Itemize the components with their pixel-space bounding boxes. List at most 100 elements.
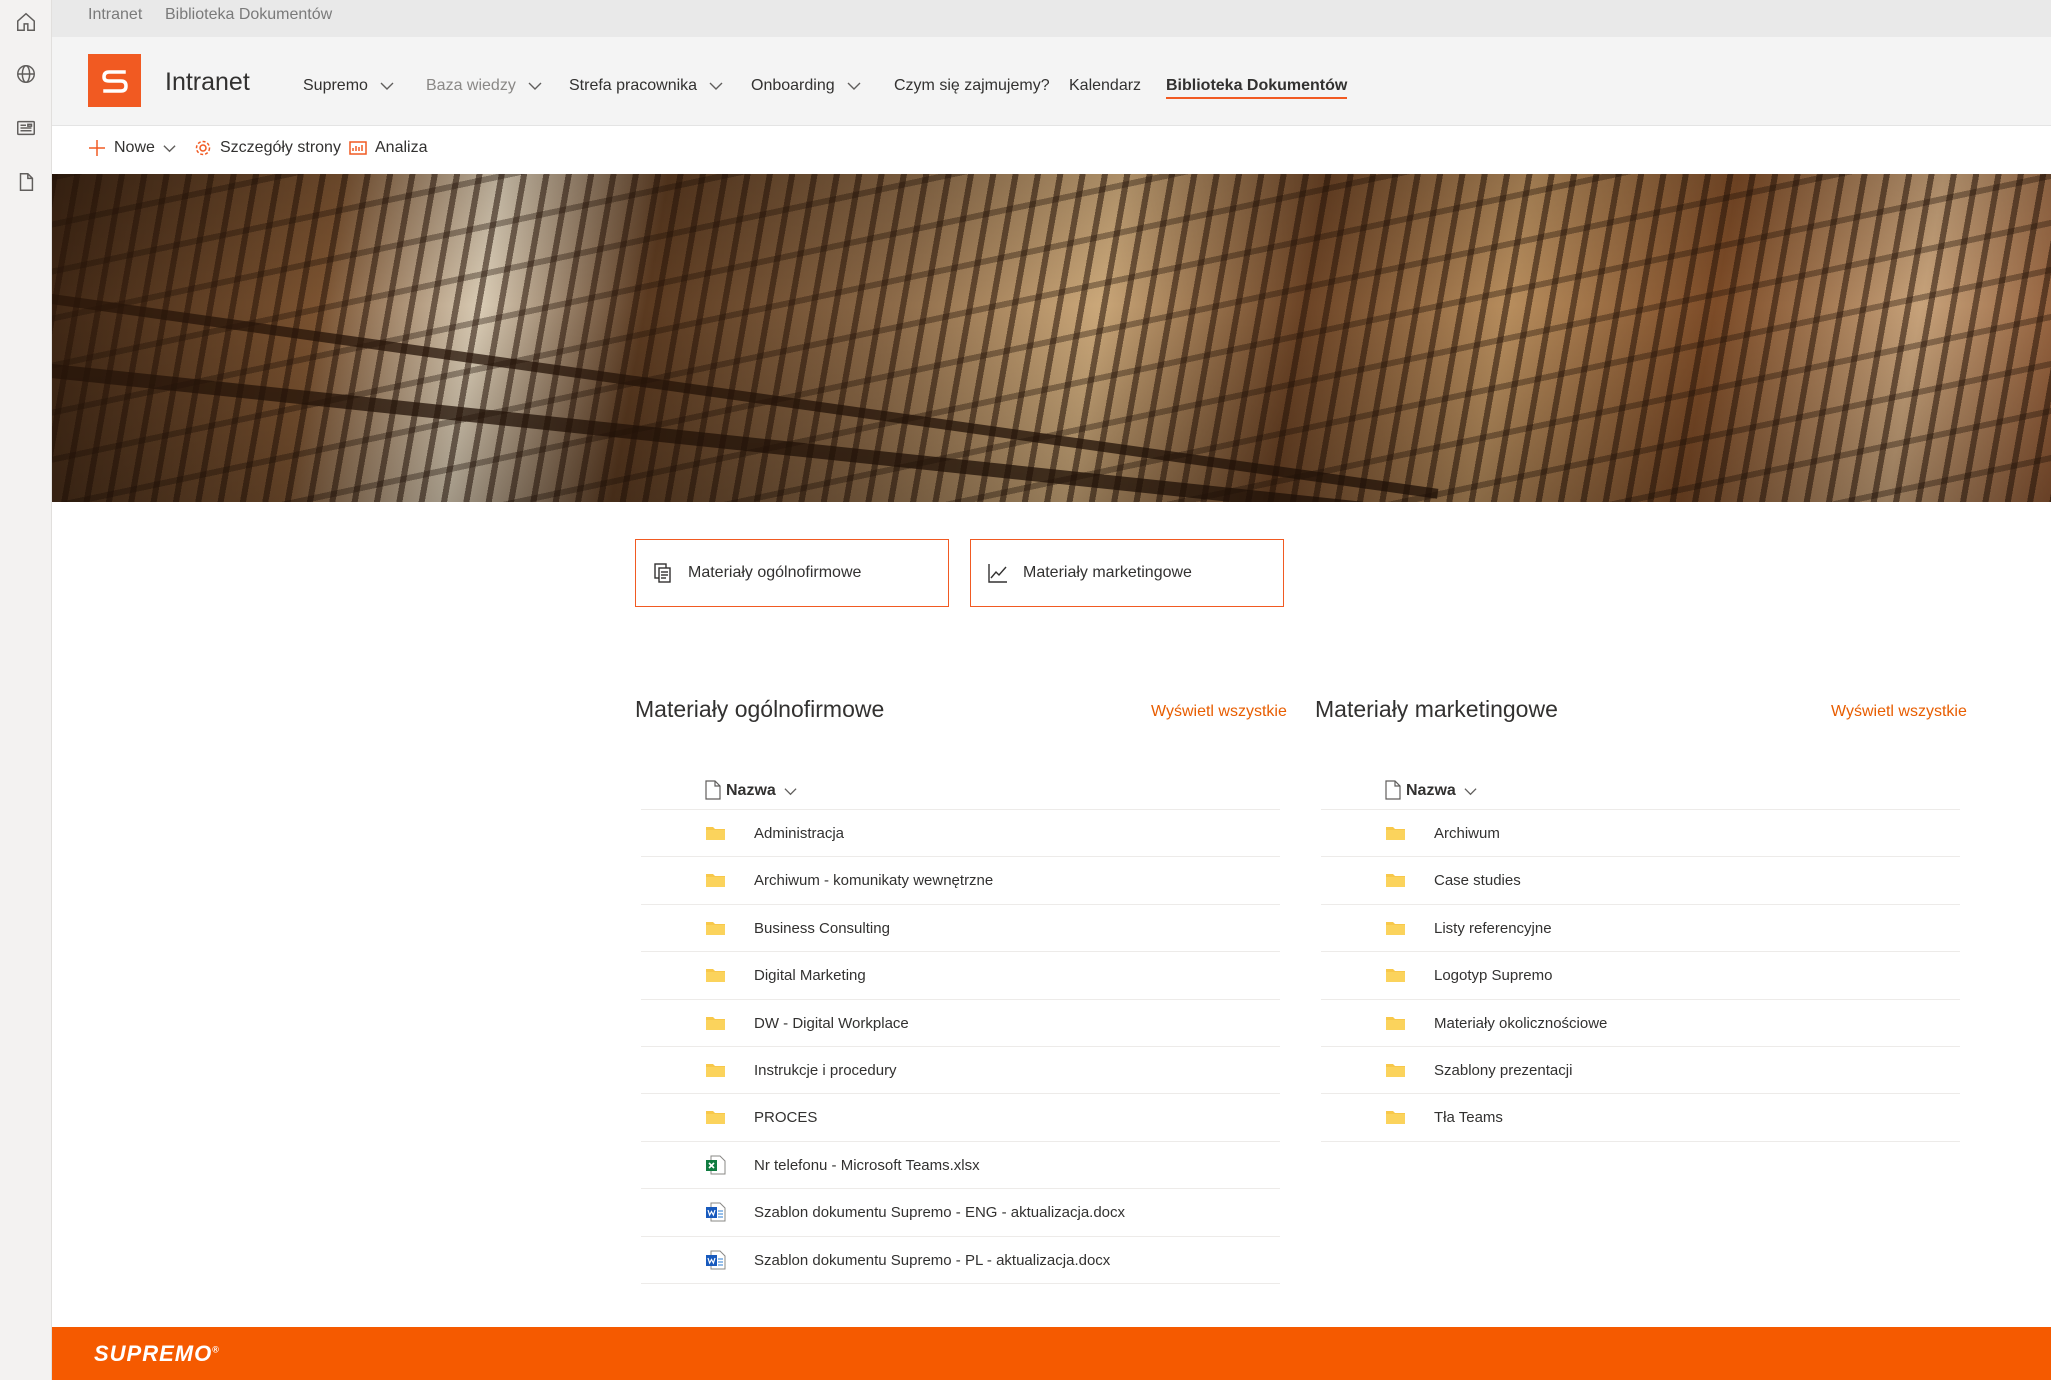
site-logo[interactable]	[88, 54, 141, 107]
nav-item-baza-wiedzy[interactable]: Baza wiedzy	[426, 77, 542, 95]
folder-icon	[705, 1013, 726, 1033]
breadcrumb-item-intranet[interactable]: Intranet	[88, 6, 142, 24]
analytics-button[interactable]: Analiza	[349, 139, 427, 157]
document-name[interactable]: Listy referencyjne	[1434, 920, 1552, 937]
breadcrumb-item-library[interactable]: Biblioteka Dokumentów	[165, 6, 332, 24]
folder-icon	[705, 918, 726, 938]
column-header-label: Nazwa	[726, 782, 776, 799]
footer-brand: SUPREMO	[94, 1341, 213, 1366]
document-name[interactable]: Instrukcje i procedury	[754, 1062, 897, 1079]
quick-link-materialy-marketingowe[interactable]: Materiały marketingowe	[970, 539, 1284, 607]
hero-overlay	[52, 174, 2051, 502]
nav-item-onboarding[interactable]: Onboarding	[751, 77, 861, 95]
document-list: Administracja Archiwum - komunikaty wewnę…	[641, 810, 1280, 1284]
document-name[interactable]: Archiwum - komunikaty wewnętrzne	[754, 872, 993, 889]
document-icon[interactable]	[12, 168, 40, 196]
folder-icon	[705, 965, 726, 985]
file-type-column-icon	[705, 780, 721, 800]
file-type-column-icon	[1385, 780, 1401, 800]
document-name[interactable]: Materiały okolicznościowe	[1434, 1015, 1607, 1032]
document-row[interactable]: Business Consulting	[641, 905, 1280, 953]
analytics-icon	[349, 141, 367, 155]
gear-icon	[195, 140, 211, 156]
document-row[interactable]: PROCES	[641, 1094, 1280, 1142]
document-row[interactable]: Szablon dokumentu Supremo - ENG - aktual…	[641, 1189, 1280, 1237]
supremo-logo-icon	[101, 69, 128, 93]
document-row[interactable]: Administracja	[641, 810, 1280, 858]
nav-item-supremo[interactable]: Supremo	[303, 77, 394, 95]
document-row[interactable]: Logotyp Supremo	[1321, 952, 1960, 1000]
view-all-link[interactable]: Wyświetl wszystkie	[1151, 703, 1287, 721]
document-row[interactable]: DW - Digital Workplace	[641, 1000, 1280, 1047]
document-row[interactable]: Digital Marketing	[641, 952, 1280, 1000]
folder-icon	[1385, 965, 1406, 985]
nav-item-kalendarz[interactable]: Kalendarz	[1069, 77, 1141, 95]
column-header-name[interactable]: Nazwa	[726, 782, 797, 800]
news-icon[interactable]	[12, 114, 40, 142]
folder-icon	[705, 1060, 726, 1080]
document-list: Archiwum Case studies Listy referencyjne Lo…	[1321, 810, 1960, 1142]
document-row[interactable]: Szablon dokumentu Supremo - PL - aktuali…	[641, 1237, 1280, 1284]
chevron-down-icon	[1464, 787, 1477, 795]
nav-item-label: Biblioteka Dokumentów	[1166, 77, 1348, 94]
nav-item-strefa-pracownika[interactable]: Strefa pracownika	[569, 77, 723, 95]
document-name[interactable]: Nr telefonu - Microsoft Teams.xlsx	[754, 1157, 980, 1174]
breadcrumb: Intranet Biblioteka Dokumentów	[52, 0, 2051, 37]
document-list-header: Nazwa	[641, 770, 1280, 810]
hero-image	[52, 174, 2051, 502]
analytics-label: Analiza	[375, 139, 428, 156]
quick-link-materialy-ogolnofirmowe[interactable]: Materiały ogólnofirmowe	[635, 539, 949, 607]
chevron-down-icon	[163, 144, 176, 152]
chevron-down-icon	[709, 82, 723, 90]
nav-item-biblioteka-dokumentow[interactable]: Biblioteka Dokumentów	[1166, 77, 1348, 99]
document-row[interactable]: Listy referencyjne	[1321, 905, 1960, 953]
site-title[interactable]: Intranet	[165, 68, 250, 97]
folder-icon	[1385, 823, 1406, 843]
documents-icon	[654, 563, 671, 583]
nav-item-label: Kalendarz	[1069, 77, 1142, 94]
document-name[interactable]: Archiwum	[1434, 825, 1500, 842]
globe-icon[interactable]	[12, 60, 40, 88]
document-row[interactable]: Tła Teams	[1321, 1094, 1960, 1142]
word-file-icon	[705, 1250, 726, 1270]
footer-logo: SUPREMO®	[94, 1341, 220, 1367]
document-row[interactable]: Szablony prezentacji	[1321, 1047, 1960, 1095]
document-row[interactable]: Materiały okolicznościowe	[1321, 1000, 1960, 1047]
document-row[interactable]: Nr telefonu - Microsoft Teams.xlsx	[641, 1142, 1280, 1190]
document-name[interactable]: Logotyp Supremo	[1434, 967, 1552, 984]
chevron-down-icon	[380, 82, 394, 90]
folder-icon	[1385, 1060, 1406, 1080]
document-name[interactable]: Business Consulting	[754, 920, 890, 937]
view-all-link[interactable]: Wyświetl wszystkie	[1831, 703, 1967, 721]
document-name[interactable]: PROCES	[754, 1109, 817, 1126]
folder-icon	[1385, 918, 1406, 938]
document-row[interactable]: Instrukcje i procedury	[641, 1047, 1280, 1095]
site-header: Intranet Supremo Baza wiedzy Strefa prac…	[52, 37, 2051, 126]
document-name[interactable]: DW - Digital Workplace	[754, 1015, 909, 1032]
document-name[interactable]: Szablon dokumentu Supremo - ENG - aktual…	[754, 1204, 1125, 1221]
command-bar: Nowe Szczegóły strony Analiza	[52, 126, 2051, 174]
document-name[interactable]: Szablon dokumentu Supremo - PL - aktuali…	[754, 1252, 1110, 1269]
document-row[interactable]: Case studies	[1321, 857, 1960, 905]
footer: SUPREMO®	[52, 1327, 2051, 1380]
nav-item-czym-sie-zajmujemy[interactable]: Czym się zajmujemy?	[894, 77, 1050, 95]
new-button[interactable]: Nowe	[88, 139, 176, 157]
plus-icon	[89, 140, 105, 156]
section-title: Materiały marketingowe	[1315, 696, 1558, 722]
column-header-name[interactable]: Nazwa	[1406, 782, 1477, 800]
page-details-button[interactable]: Szczegóły strony	[194, 139, 341, 157]
document-row[interactable]: Archiwum	[1321, 810, 1960, 858]
document-name[interactable]: Digital Marketing	[754, 967, 866, 984]
column-header-label: Nazwa	[1406, 782, 1456, 799]
document-row[interactable]: Archiwum - komunikaty wewnętrzne	[641, 857, 1280, 905]
page-details-label: Szczegóły strony	[220, 139, 341, 156]
nav-item-label: Supremo	[303, 77, 368, 94]
document-name[interactable]: Tła Teams	[1434, 1109, 1503, 1126]
document-name[interactable]: Administracja	[754, 825, 844, 842]
folder-icon	[705, 1107, 726, 1127]
folder-icon	[705, 870, 726, 890]
document-name[interactable]: Case studies	[1434, 872, 1521, 889]
home-icon[interactable]	[12, 8, 40, 36]
nav-item-label: Czym się zajmujemy?	[894, 77, 1050, 94]
document-name[interactable]: Szablony prezentacji	[1434, 1062, 1572, 1079]
